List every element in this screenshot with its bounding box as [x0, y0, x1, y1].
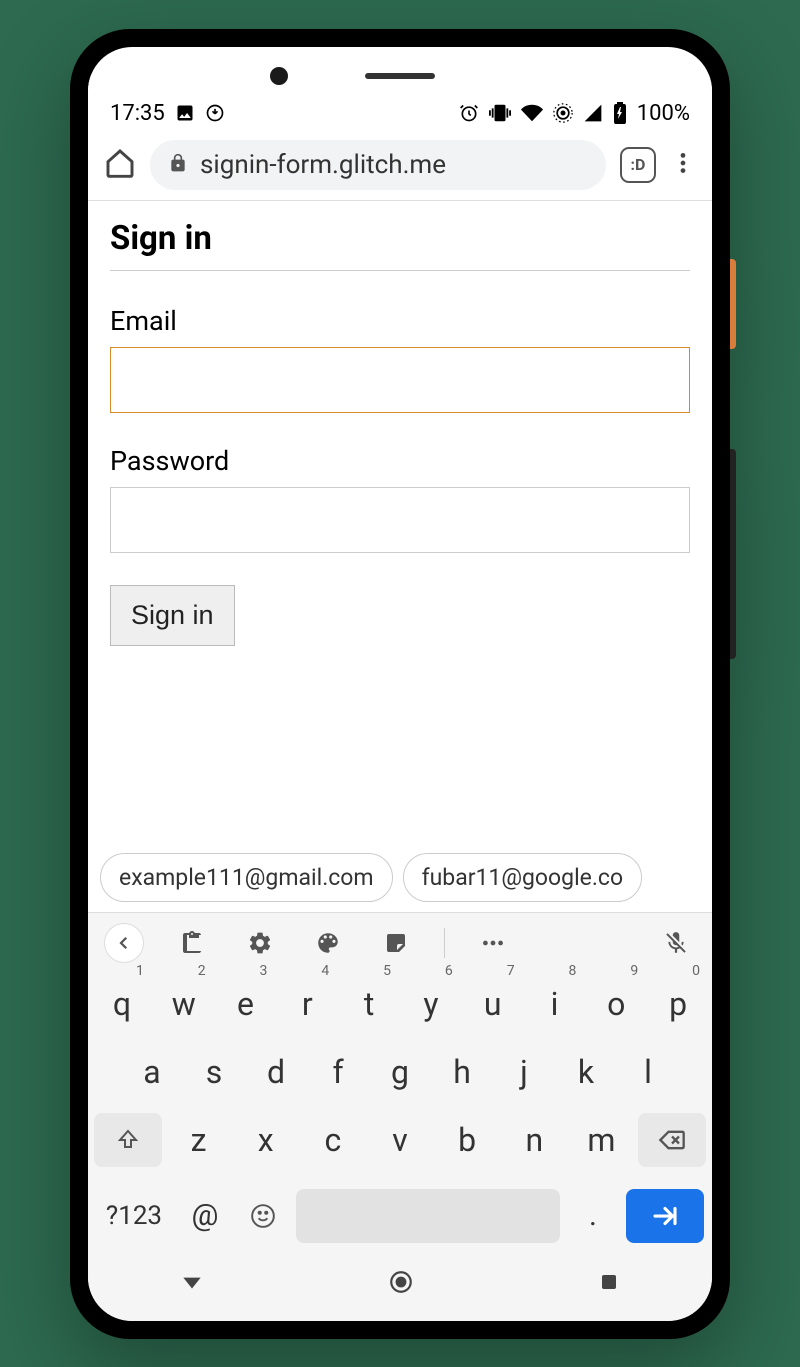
on-screen-keyboard: q1w2e3r4t5y6u7i8o9p0 asdfghjkl zxcvbnm ?…	[88, 912, 712, 1253]
battery-icon	[613, 102, 627, 124]
key-i[interactable]: i8	[527, 977, 583, 1031]
emoji-key[interactable]	[238, 1189, 288, 1243]
clipboard-icon[interactable]	[172, 923, 212, 963]
key-p[interactable]: p0	[650, 977, 706, 1031]
battery-text: 100%	[637, 101, 690, 126]
password-field[interactable]	[110, 487, 690, 553]
key-q[interactable]: q1	[94, 977, 150, 1031]
key-k[interactable]: k	[558, 1045, 614, 1099]
email-field[interactable]	[110, 347, 690, 413]
key-t[interactable]: t5	[341, 977, 397, 1031]
gear-icon[interactable]	[240, 923, 280, 963]
downloads-icon	[205, 103, 225, 123]
enter-key[interactable]	[626, 1189, 704, 1243]
backspace-key[interactable]	[638, 1113, 706, 1167]
keyboard-toolbar	[88, 912, 712, 973]
nav-home-icon[interactable]	[388, 1269, 414, 1299]
key-n[interactable]: n	[504, 1113, 565, 1167]
picture-icon	[175, 103, 195, 123]
key-o[interactable]: o9	[588, 977, 644, 1031]
keyboard-back-icon[interactable]	[104, 923, 144, 963]
key-j[interactable]: j	[496, 1045, 552, 1099]
more-icon[interactable]	[670, 150, 696, 180]
key-f[interactable]: f	[310, 1045, 366, 1099]
spacebar-key[interactable]	[296, 1189, 560, 1243]
symbols-key[interactable]: ?123	[96, 1189, 172, 1243]
mic-off-icon[interactable]	[656, 923, 696, 963]
browser-bar: signin-form.glitch.me :D	[88, 132, 712, 201]
key-s[interactable]: s	[186, 1045, 242, 1099]
suggestion-chip[interactable]: fubar11@google.co	[403, 853, 642, 902]
key-z[interactable]: z	[168, 1113, 229, 1167]
key-r[interactable]: r4	[279, 977, 335, 1031]
page-title: Sign in	[110, 209, 690, 271]
status-time: 17:35	[110, 101, 165, 126]
home-icon[interactable]	[104, 147, 136, 183]
key-v[interactable]: v	[369, 1113, 430, 1167]
key-y[interactable]: y6	[403, 977, 459, 1031]
lock-icon	[168, 150, 188, 180]
keyboard-bottom-row: ?123 @ .	[88, 1189, 712, 1253]
autofill-suggestions: example111@gmail.com fubar11@google.co	[88, 843, 712, 912]
more-horizontal-icon[interactable]	[473, 923, 513, 963]
key-m[interactable]: m	[571, 1113, 632, 1167]
sticker-icon[interactable]	[376, 923, 416, 963]
palette-icon[interactable]	[308, 923, 348, 963]
wifi-icon	[521, 102, 543, 124]
key-u[interactable]: u7	[465, 977, 521, 1031]
signal-icon	[583, 103, 603, 123]
signin-button[interactable]: Sign in	[110, 585, 235, 646]
key-g[interactable]: g	[372, 1045, 428, 1099]
keyboard-keys: q1w2e3r4t5y6u7i8o9p0 asdfghjkl zxcvbnm	[88, 973, 712, 1189]
vibrate-icon	[489, 102, 511, 124]
key-x[interactable]: x	[235, 1113, 296, 1167]
key-c[interactable]: c	[302, 1113, 363, 1167]
key-e[interactable]: e3	[218, 977, 274, 1031]
key-b[interactable]: b	[437, 1113, 498, 1167]
nav-recent-icon[interactable]	[597, 1270, 621, 1298]
key-a[interactable]: a	[124, 1045, 180, 1099]
key-l[interactable]: l	[620, 1045, 676, 1099]
key-d[interactable]: d	[248, 1045, 304, 1099]
url-bar[interactable]: signin-form.glitch.me	[150, 140, 606, 190]
nav-back-icon[interactable]	[179, 1269, 205, 1299]
page-content: Sign in Email Password Sign in	[88, 201, 712, 843]
url-text: signin-form.glitch.me	[200, 150, 446, 180]
status-bar: 17:35	[88, 75, 712, 132]
email-label: Email	[110, 305, 690, 337]
shift-key[interactable]	[94, 1113, 162, 1167]
android-nav-bar	[88, 1253, 712, 1321]
at-key[interactable]: @	[180, 1189, 230, 1243]
tabs-button[interactable]: :D	[620, 147, 656, 183]
suggestion-chip[interactable]: example111@gmail.com	[100, 853, 393, 902]
period-key[interactable]: .	[568, 1189, 618, 1243]
key-w[interactable]: w2	[156, 977, 212, 1031]
alarm-icon	[459, 103, 479, 123]
hotspot-icon	[553, 103, 573, 123]
password-label: Password	[110, 445, 690, 477]
key-h[interactable]: h	[434, 1045, 490, 1099]
